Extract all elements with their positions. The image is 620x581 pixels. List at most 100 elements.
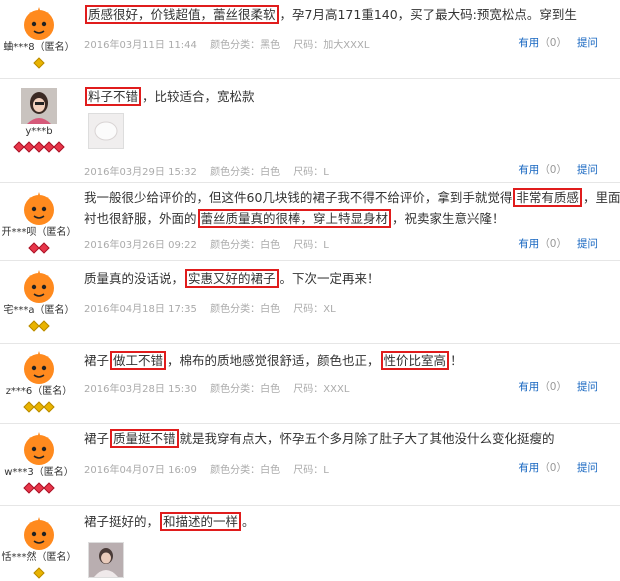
- ask-button[interactable]: 提问: [577, 238, 598, 250]
- reviewer-level: [0, 400, 78, 413]
- reviewer-level: [0, 241, 78, 254]
- reviewer-name: 恬***然（匿名）: [1, 552, 77, 563]
- level-gem-icon: [33, 567, 45, 579]
- review-actions: 有用（0） 提问: [518, 35, 598, 50]
- highlight-box: 非常有质感: [513, 188, 582, 207]
- reviewer-level: [0, 481, 78, 494]
- useful-button[interactable]: 有用: [518, 238, 539, 250]
- reviewer-info: 蛐***8（匿名）: [0, 4, 78, 69]
- default-avatar-icon: [20, 189, 58, 227]
- review-date: 2016年03月11日 11:44: [84, 40, 197, 51]
- review-text-segment: 我一般很少给评价的，但这件60几块钱的裙子我不得不给评价，拿到手就觉得: [84, 190, 513, 205]
- review-size: 尺码：L: [293, 465, 329, 476]
- review-text: 料子不错 ，比较适合，宽松款: [84, 87, 610, 107]
- review-size: 尺码：XXXL: [293, 384, 350, 395]
- review-meta: 2016年03月11日 11:44 颜色分类：黑色 尺码：加大XXXL: [84, 36, 379, 51]
- ask-button[interactable]: 提问: [577, 37, 598, 49]
- default-avatar-icon: [20, 4, 58, 42]
- review-color: 颜色分类：白色: [210, 465, 281, 476]
- review-color: 颜色分类：白色: [210, 240, 281, 251]
- highlight-box: 和描述的一样: [160, 512, 242, 531]
- review-color: 颜色分类：白色: [210, 167, 281, 178]
- useful-button[interactable]: 有用: [518, 37, 539, 49]
- useful-count: （0）: [539, 37, 567, 49]
- review-actions: 有用（0） 提问: [518, 162, 598, 177]
- review-text-segment: 裙子: [84, 353, 110, 368]
- default-avatar-icon: [20, 267, 58, 305]
- review-text-segment: 。: [242, 514, 255, 529]
- highlight-box: 性价比室高: [380, 351, 450, 370]
- level-gem-icon: [38, 320, 50, 332]
- default-avatar-icon: [20, 429, 58, 467]
- review-color: 颜色分类：白色: [210, 304, 281, 315]
- review-text-segment: 就是我穿有点大，怀孕五个多月除了肚子大了其他没什么变化挺瘦的: [179, 431, 555, 446]
- review-text-segment: ，孕7月高171重140，买了最大码:预宽松点。穿到生: [279, 7, 577, 22]
- review-date: 2016年04月18日 17:35: [84, 304, 197, 315]
- useful-count: （0）: [539, 462, 567, 474]
- review-text-line-2: 衬也很舒服，外面的 蕾丝质量真的很棒，穿上特显身材 ，祝卖家生意兴隆！: [84, 209, 610, 229]
- review-meta: 2016年03月29日 15:32 颜色分类：白色 尺码：L: [84, 163, 339, 178]
- review-item: y***b 料子不错 ，比较适合，宽松款 2016年03月29日 15:32 颜色…: [0, 79, 620, 183]
- highlight-box: 实惠又好的裙子: [185, 269, 279, 288]
- level-gem-icon: [38, 242, 50, 254]
- reviewer-level: [0, 140, 78, 153]
- highlight-box: 质量挺不错: [110, 429, 179, 448]
- review-meta: 2016年03月28日 15:30 颜色分类：白色 尺码：XXXL: [84, 380, 359, 395]
- review-meta: 2016年03月26日 09:22 颜色分类：白色 尺码：L: [84, 236, 339, 251]
- reviewer-info: 开***呗（匿名）: [0, 189, 78, 254]
- review-text: 裙子挺好的， 和描述的一样。: [84, 512, 610, 532]
- level-gem-icon: [43, 401, 55, 413]
- reviewer-info: y***b: [0, 88, 78, 153]
- useful-count: （0）: [539, 164, 567, 176]
- review-item: 恬***然（匿名） 裙子挺好的， 和描述的一样。: [0, 506, 620, 581]
- review-text: 质感很好，价钱超值，蕾丝很柔软 ，孕7月高171重140，买了最大码:预宽松点。穿…: [84, 5, 610, 25]
- level-gem-icon: [43, 482, 55, 494]
- level-gem-icon: [53, 141, 65, 153]
- useful-button[interactable]: 有用: [518, 164, 539, 176]
- review-date: 2016年03月29日 15:32: [84, 167, 197, 178]
- reviewer-info: w***3（匿名）: [0, 429, 78, 494]
- reviewer-name: 蛐***8（匿名）: [3, 42, 75, 53]
- review-date: 2016年03月26日 09:22: [84, 240, 197, 251]
- review-color: 颜色分类：白色: [210, 384, 281, 395]
- review-photo-thumbnail[interactable]: [88, 542, 124, 578]
- reviewer-info: 宅***a（匿名）: [0, 267, 78, 332]
- reviewer-level: [0, 319, 78, 332]
- review-text: 裙子 质量挺不错 就是我穿有点大，怀孕五个多月除了肚子大了其他没什么变化挺瘦的: [84, 429, 610, 449]
- review-item: w***3（匿名） 裙子 质量挺不错 就是我穿有点大，怀孕五个多月除了肚子大了其他没…: [0, 424, 620, 506]
- review-actions: 有用（0） 提问: [518, 460, 598, 475]
- review-text-segment: ，比较适合，宽松款: [142, 89, 255, 104]
- review-size: 尺码：L: [293, 240, 329, 251]
- reviewer-name: z***6（匿名）: [5, 386, 73, 397]
- reviewer-name: y***b: [25, 126, 53, 137]
- review-text-segment: ，祝卖家生意兴隆！: [392, 211, 505, 226]
- useful-count: （0）: [539, 381, 567, 393]
- review-size: 尺码：加大XXXL: [293, 40, 370, 51]
- useful-button[interactable]: 有用: [518, 381, 539, 393]
- review-size: 尺码：XL: [293, 304, 336, 315]
- level-gem-icon: [33, 57, 45, 69]
- reviewer-name: 开***呗（匿名）: [1, 227, 77, 238]
- useful-count: （0）: [539, 238, 567, 250]
- review-date: 2016年03月28日 15:30: [84, 384, 197, 395]
- ask-button[interactable]: 提问: [577, 381, 598, 393]
- highlight-box: 质感很好，价钱超值，蕾丝很柔软: [85, 5, 279, 24]
- review-color: 颜色分类：黑色: [210, 40, 281, 51]
- review-date: 2016年04月07日 16:09: [84, 465, 197, 476]
- ask-button[interactable]: 提问: [577, 462, 598, 474]
- review-text-line-1: 我一般很少给评价的，但这件60几块钱的裙子我不得不给评价，拿到手就觉得 非常有质感…: [84, 188, 620, 208]
- review-text-segment: 衬也很舒服，外面的: [84, 211, 197, 226]
- review-item: 宅***a（匿名） 质量真的没话说， 实惠又好的裙子 。下次一定再来！ 2016年0…: [0, 261, 620, 344]
- review-text-segment: ，棉布的质地感觉很舒适，颜色也正，: [167, 353, 380, 368]
- default-avatar-icon: [20, 514, 58, 552]
- review-actions: 有用（0） 提问: [518, 236, 598, 251]
- useful-button[interactable]: 有用: [518, 462, 539, 474]
- reviewer-level: [0, 56, 78, 69]
- ask-button[interactable]: 提问: [577, 164, 598, 176]
- default-avatar-icon: [20, 348, 58, 386]
- review-text: 裙子 做工不错 ，棉布的质地感觉很舒适，颜色也正， 性价比室高！: [84, 351, 610, 371]
- reviewer-info: 恬***然（匿名）: [0, 514, 78, 579]
- review-photo-thumbnail[interactable]: [88, 113, 124, 149]
- review-text: 质量真的没话说， 实惠又好的裙子 。下次一定再来！: [84, 269, 610, 289]
- review-item: z***6（匿名） 裙子 做工不错 ，棉布的质地感觉很舒适，颜色也正， 性价比室高！ …: [0, 344, 620, 424]
